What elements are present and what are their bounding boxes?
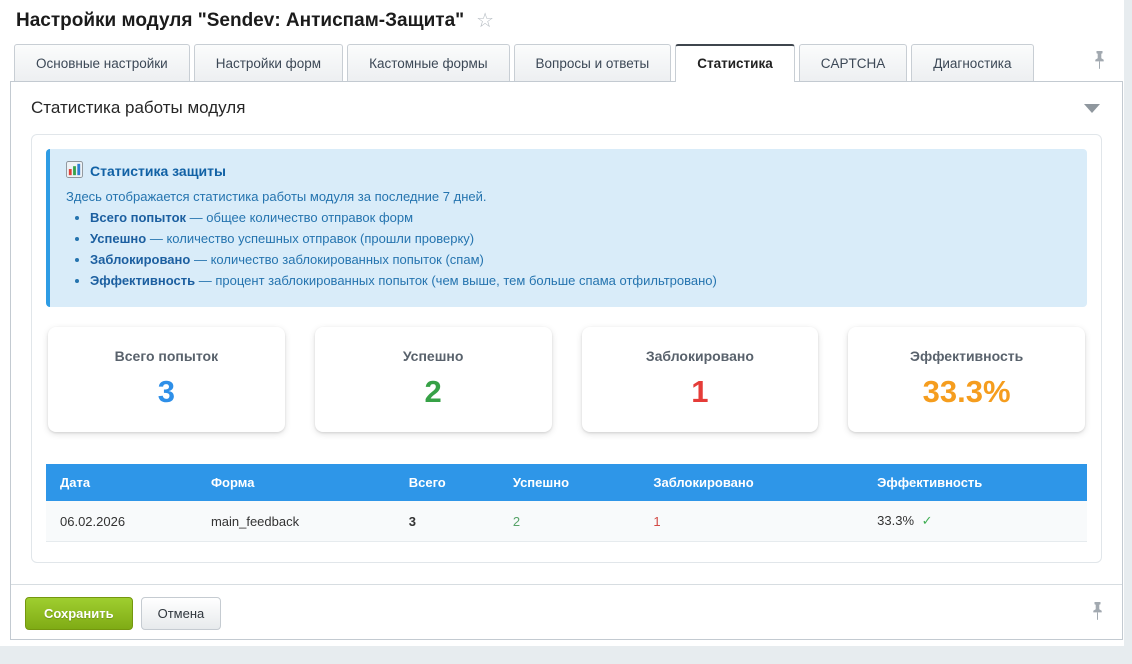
buttons-bar: Сохранить Отмена [11, 584, 1122, 639]
tab-captcha[interactable]: CAPTCHA [799, 44, 908, 81]
list-item-term: Успешно [90, 231, 146, 246]
stat-card-value: 2 [325, 376, 542, 407]
stat-card-efficiency: Эффективность 33.3% [848, 327, 1085, 432]
list-item-desc: — количество успешных отправок (прошли п… [150, 231, 474, 246]
chevron-down-icon[interactable] [1084, 104, 1100, 113]
admin-workarea: Настройки модуля "Sendev: Антиспам-Защит… [0, 0, 1124, 646]
page-title-row: Настройки модуля "Sendev: Антиспам-Защит… [0, 0, 1124, 32]
column-header-total: Всего [395, 464, 499, 501]
stat-card-value: 3 [58, 376, 275, 407]
page-title: Настройки модуля "Sendev: Антиспам-Защит… [16, 10, 464, 32]
list-item: Заблокировано — количество заблокированн… [90, 252, 1071, 267]
cancel-button[interactable]: Отмена [141, 597, 222, 630]
stat-card-blocked: Заблокировано 1 [582, 327, 819, 432]
info-box: Статистика защиты Здесь отображается ста… [46, 149, 1087, 307]
stat-card-value: 1 [592, 376, 809, 407]
statistics-container: Статистика защиты Здесь отображается ста… [31, 134, 1102, 563]
pin-icon[interactable] [1091, 601, 1104, 624]
list-item-desc: — процент заблокированных попыток (чем в… [199, 273, 717, 288]
list-item-term: Всего попыток [90, 210, 186, 225]
list-item-desc: — количество заблокированных попыток (сп… [194, 252, 484, 267]
column-header-blocked: Заблокировано [639, 464, 863, 501]
list-item: Успешно — количество успешных отправок (… [90, 231, 1071, 246]
table-row: 06.02.2026 main_feedback 3 2 1 33.3% ✓ [46, 501, 1087, 542]
stat-card-label: Всего попыток [58, 348, 275, 364]
stat-card-label: Заблокировано [592, 348, 809, 364]
save-button[interactable]: Сохранить [25, 597, 133, 630]
cell-blocked: 1 [639, 501, 863, 542]
tabs-bar: Основные настройки Настройки форм Кастом… [0, 32, 1124, 81]
tab-diagnostics[interactable]: Диагностика [911, 44, 1033, 81]
section-title: Статистика работы модуля [31, 98, 245, 118]
tab-faq[interactable]: Вопросы и ответы [514, 44, 672, 81]
tab-statistics[interactable]: Статистика [675, 44, 794, 82]
list-item-term: Заблокировано [90, 252, 190, 267]
info-box-list: Всего попыток — общее количество отправо… [66, 210, 1071, 288]
cell-success: 2 [499, 501, 640, 542]
favorite-star-icon[interactable]: ☆ [476, 11, 494, 31]
info-box-title: Статистика защиты [90, 163, 226, 179]
statistics-table: Дата Форма Всего Успешно Заблокировано Э… [46, 464, 1087, 542]
stat-card-label: Эффективность [858, 348, 1075, 364]
column-header-date: Дата [46, 464, 197, 501]
list-item-desc: — общее количество отправок форм [190, 210, 413, 225]
cell-form: main_feedback [197, 501, 395, 542]
list-item: Всего попыток — общее количество отправо… [90, 210, 1071, 225]
info-box-description: Здесь отображается статистика работы мод… [66, 189, 1071, 204]
stat-card-label: Успешно [325, 348, 542, 364]
bar-chart-icon [66, 161, 83, 181]
list-item-term: Эффективность [90, 273, 195, 288]
stat-card-success: Успешно 2 [315, 327, 552, 432]
pin-icon[interactable] [1093, 50, 1106, 73]
column-header-success: Успешно [499, 464, 640, 501]
stat-card-value: 33.3% [858, 376, 1075, 407]
list-item: Эффективность — процент заблокированных … [90, 273, 1071, 288]
table-header: Дата Форма Всего Успешно Заблокировано Э… [46, 464, 1087, 501]
cell-date: 06.02.2026 [46, 501, 197, 542]
tab-content-panel: Статистика работы модуля Статистика защи [10, 81, 1123, 640]
stat-card-total: Всего попыток 3 [48, 327, 285, 432]
section-header: Статистика работы модуля [11, 82, 1122, 126]
column-header-efficiency: Эффективность [863, 464, 1087, 501]
check-icon: ✓ [922, 513, 933, 528]
cell-total: 3 [395, 501, 499, 542]
stat-cards-row: Всего попыток 3 Успешно 2 Заблокировано … [48, 327, 1085, 432]
info-box-header: Статистика защиты [66, 161, 1071, 181]
efficiency-value: 33.3% [877, 513, 914, 528]
tab-form-settings[interactable]: Настройки форм [194, 44, 343, 81]
column-header-form: Форма [197, 464, 395, 501]
cell-efficiency: 33.3% ✓ [863, 501, 1087, 542]
tab-custom-forms[interactable]: Кастомные формы [347, 44, 509, 81]
tab-main-settings[interactable]: Основные настройки [14, 44, 190, 81]
